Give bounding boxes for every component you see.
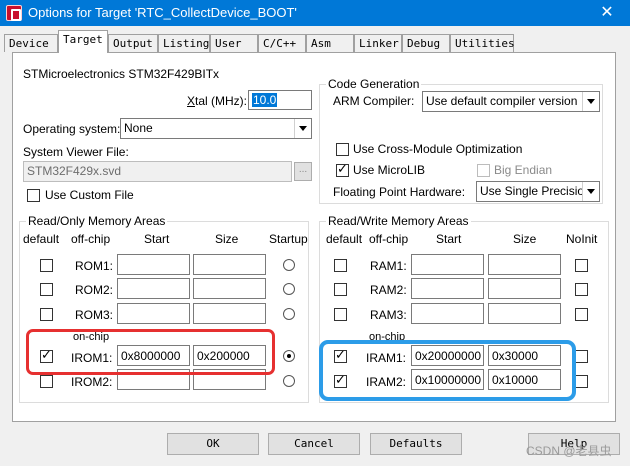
svf-browse-button[interactable]: ... bbox=[294, 162, 312, 181]
tab-listing[interactable]: Listing bbox=[158, 34, 210, 52]
defaults-button[interactable]: Defaults bbox=[370, 433, 462, 455]
ram1-noinit-checkbox[interactable] bbox=[575, 259, 588, 272]
rw-header-default: default bbox=[326, 232, 363, 246]
fph-label: Floating Point Hardware: bbox=[333, 185, 466, 199]
ram1-start-input[interactable] bbox=[411, 254, 484, 275]
rom3-default-checkbox[interactable] bbox=[40, 308, 53, 321]
rom3-start-input[interactable] bbox=[117, 303, 190, 324]
keil-app-icon bbox=[6, 5, 22, 21]
csdn-watermark: CSDN @老县虫 bbox=[526, 444, 612, 458]
os-select[interactable]: None bbox=[120, 118, 312, 139]
tab-device[interactable]: Device bbox=[4, 34, 58, 52]
title-bar: Options for Target 'RTC_CollectDevice_BO… bbox=[0, 0, 630, 26]
ok-button[interactable]: OK bbox=[167, 433, 259, 455]
chevron-down-icon bbox=[582, 182, 599, 201]
tab-user[interactable]: User bbox=[210, 34, 258, 52]
big-endian-checkbox[interactable] bbox=[477, 164, 490, 177]
code-generation-title: Code Generation bbox=[326, 77, 422, 91]
irom2-default-checkbox[interactable] bbox=[40, 375, 53, 388]
ram1-label: RAM1: bbox=[370, 259, 407, 273]
rw-header-offchip: off-chip bbox=[369, 232, 409, 246]
window-title: Options for Target 'RTC_CollectDevice_BO… bbox=[28, 5, 297, 20]
os-label: Operating system: bbox=[23, 122, 121, 136]
rom2-start-input[interactable] bbox=[117, 278, 190, 299]
use-custom-file-checkbox[interactable] bbox=[27, 189, 40, 202]
tab-asm[interactable]: Asm bbox=[306, 34, 354, 52]
arm-compiler-select[interactable]: Use default compiler version bbox=[422, 91, 600, 112]
ram3-size-input[interactable] bbox=[488, 303, 561, 324]
readonly-memory-title: Read/Only Memory Areas bbox=[26, 214, 168, 228]
close-icon[interactable]: ✕ bbox=[584, 0, 630, 26]
rom2-size-input[interactable] bbox=[193, 278, 266, 299]
tab-strip: Device Target Output Listing User C/C++ … bbox=[0, 30, 630, 53]
xtal-input[interactable]: 10.0 bbox=[248, 90, 312, 110]
rom2-label: ROM2: bbox=[75, 283, 114, 297]
cancel-button[interactable]: Cancel bbox=[268, 433, 360, 455]
tab-cpp[interactable]: C/C++ bbox=[258, 34, 306, 52]
rw-header-size: Size bbox=[513, 232, 537, 246]
chevron-down-icon bbox=[582, 92, 599, 111]
rom3-startup-radio[interactable] bbox=[283, 308, 295, 320]
microlib-label: Use MicroLIB bbox=[353, 163, 426, 177]
rom1-start-input[interactable] bbox=[117, 254, 190, 275]
ram1-default-checkbox[interactable] bbox=[334, 259, 347, 272]
ro-header-size: Size bbox=[215, 232, 239, 246]
ram3-noinit-checkbox[interactable] bbox=[575, 308, 588, 321]
ram2-start-input[interactable] bbox=[411, 278, 484, 299]
tab-target[interactable]: Target bbox=[58, 30, 108, 53]
ram3-default-checkbox[interactable] bbox=[334, 308, 347, 321]
readwrite-memory-title: Read/Write Memory Areas bbox=[326, 214, 471, 228]
tab-output[interactable]: Output bbox=[108, 34, 158, 52]
irom2-label: IROM2: bbox=[71, 375, 113, 389]
rw-header-noinit: NoInit bbox=[566, 232, 598, 246]
irom1-highlight-box bbox=[26, 329, 275, 375]
iram1-noinit-checkbox[interactable] bbox=[575, 350, 588, 363]
arm-compiler-label: ARM Compiler: bbox=[333, 94, 415, 108]
xtal-label: Xtal (MHz): bbox=[187, 94, 248, 108]
rom1-label: ROM1: bbox=[75, 259, 114, 273]
irom2-startup-radio[interactable] bbox=[283, 375, 295, 387]
svf-label: System Viewer File: bbox=[23, 145, 129, 159]
cross-module-label: Use Cross-Module Optimization bbox=[353, 142, 523, 156]
use-custom-file-label: Use Custom File bbox=[45, 188, 134, 202]
irom1-startup-radio[interactable] bbox=[283, 350, 295, 362]
rom1-size-input[interactable] bbox=[193, 254, 266, 275]
fph-select[interactable]: Use Single Precision bbox=[476, 181, 600, 202]
iram2-noinit-checkbox[interactable] bbox=[575, 375, 588, 388]
microlib-checkbox[interactable] bbox=[336, 162, 349, 177]
rom3-size-input[interactable] bbox=[193, 303, 266, 324]
ram2-noinit-checkbox[interactable] bbox=[575, 283, 588, 296]
target-panel: STMicroelectronics STM32F429BITx Xtal (M… bbox=[12, 52, 616, 422]
ro-header-default: default bbox=[23, 232, 60, 246]
chevron-down-icon bbox=[294, 119, 311, 138]
iram-highlight-box bbox=[319, 340, 576, 401]
ram2-default-checkbox[interactable] bbox=[334, 283, 347, 296]
rom1-startup-radio[interactable] bbox=[283, 259, 295, 271]
ram2-label: RAM2: bbox=[370, 283, 407, 297]
rom1-default-checkbox[interactable] bbox=[40, 259, 53, 272]
ram1-size-input[interactable] bbox=[488, 254, 561, 275]
rom2-default-checkbox[interactable] bbox=[40, 283, 53, 296]
rom3-label: ROM3: bbox=[75, 308, 114, 322]
tab-debug[interactable]: Debug bbox=[402, 34, 450, 52]
device-name: STMicroelectronics STM32F429BITx bbox=[23, 67, 220, 81]
ram2-size-input[interactable] bbox=[488, 278, 561, 299]
ro-header-offchip: off-chip bbox=[71, 232, 111, 246]
ro-header-startup: Startup bbox=[269, 232, 308, 246]
ro-header-start: Start bbox=[144, 232, 170, 246]
rw-header-start: Start bbox=[436, 232, 462, 246]
tab-linker[interactable]: Linker bbox=[354, 34, 402, 52]
big-endian-label: Big Endian bbox=[494, 163, 553, 177]
ram3-label: RAM3: bbox=[370, 308, 407, 322]
ram3-start-input[interactable] bbox=[411, 303, 484, 324]
rom2-startup-radio[interactable] bbox=[283, 283, 295, 295]
svf-input[interactable]: STM32F429x.svd bbox=[23, 161, 292, 182]
cross-module-checkbox[interactable] bbox=[336, 143, 349, 156]
tab-utilities[interactable]: Utilities bbox=[450, 34, 515, 52]
